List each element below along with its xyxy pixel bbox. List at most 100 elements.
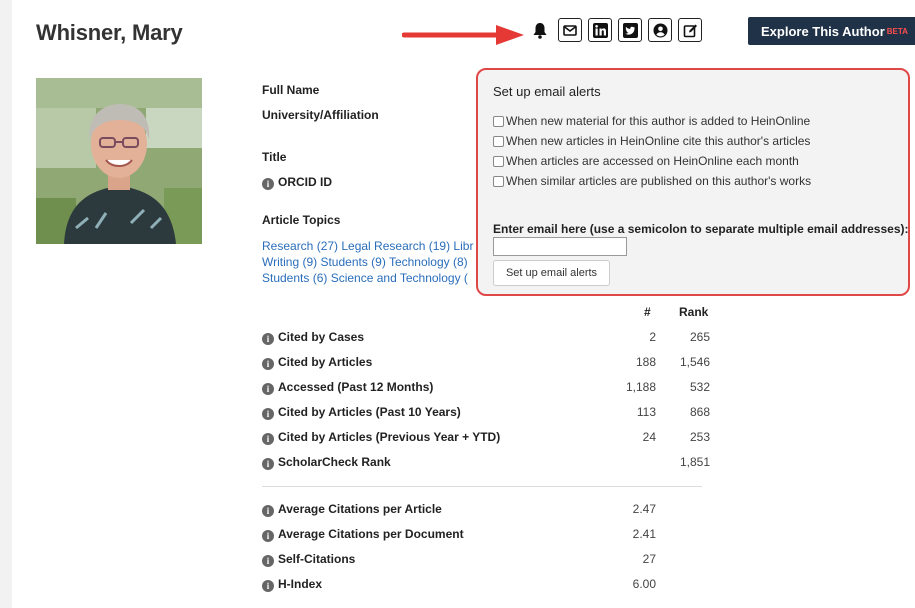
checkbox[interactable] — [493, 175, 504, 187]
edit-icon[interactable] — [678, 18, 702, 42]
email-alerts-popup: Set up email alerts When new material fo… — [476, 68, 910, 296]
bell-icon[interactable] — [528, 18, 552, 42]
option-label: When new articles in HeinOnline cite thi… — [506, 134, 811, 148]
set-up-alerts-button[interactable]: Set up email alerts — [493, 260, 610, 286]
alert-option-similar[interactable]: When similar articles are published on t… — [493, 174, 811, 188]
checkbox[interactable] — [493, 135, 504, 147]
stat-row: i ScholarCheck Rank 1,851 — [262, 455, 722, 475]
stat-name: i Self-Citations — [262, 552, 355, 567]
stat-name: i Average Citations per Document — [262, 527, 464, 542]
affiliation-label: University/Affiliation — [262, 108, 379, 122]
stat-label: Cited by Cases — [278, 330, 365, 344]
stat-count: 6.00 — [632, 577, 656, 591]
stat-row: i Average Citations per Document 2.41 — [262, 527, 722, 547]
explore-author-label: Explore This Author — [761, 23, 885, 39]
stat-label: H-Index — [278, 577, 323, 591]
info-icon[interactable]: i — [262, 505, 274, 517]
email-field[interactable] — [493, 237, 627, 256]
stat-row: i H-Index 6.00 — [262, 577, 722, 597]
stat-rank: 253 — [689, 430, 710, 444]
stat-count: 1,188 — [625, 380, 656, 394]
stat-rank: 868 — [689, 405, 710, 419]
topics-line[interactable]: Students (6) Science and Technology ( — [262, 270, 477, 286]
info-icon[interactable]: i — [262, 408, 274, 420]
stat-name: i Cited by Cases — [262, 330, 364, 345]
stat-count: 24 — [642, 430, 656, 444]
info-icon[interactable]: i — [262, 433, 274, 445]
stat-name: i Cited by Articles (Previous Year + YTD) — [262, 430, 500, 445]
stat-name: i Cited by Articles — [262, 355, 372, 370]
stat-rank: 1,851 — [679, 455, 710, 469]
stat-label: Average Citations per Document — [278, 527, 464, 541]
stat-count: 188 — [635, 355, 656, 369]
stat-label: Average Citations per Article — [278, 502, 442, 516]
info-icon[interactable]: i — [262, 530, 274, 542]
stat-row: i Accessed (Past 12 Months) 1,188 532 — [262, 380, 722, 400]
author-photo — [36, 78, 202, 244]
checkbox[interactable] — [493, 115, 504, 127]
stat-name: i Cited by Articles (Past 10 Years) — [262, 405, 461, 420]
author-profile-page: Whisner, Mary Explore This Author BETA F… — [12, 0, 915, 608]
alert-option-new-citations[interactable]: When new articles in HeinOnline cite thi… — [493, 134, 810, 148]
article-topics: Research (27) Legal Research (19) Libr W… — [262, 238, 477, 286]
full-name-label: Full Name — [262, 83, 320, 97]
email-field-label: Enter email here (use a semicolon to sep… — [493, 222, 909, 236]
info-icon[interactable]: i — [262, 333, 274, 345]
explore-author-button[interactable]: Explore This Author BETA — [748, 17, 915, 45]
title-label: Title — [262, 150, 287, 164]
author-toolbar — [528, 18, 702, 42]
stat-count: 2.41 — [632, 527, 656, 541]
stat-label: Cited by Articles — [278, 355, 373, 369]
info-icon[interactable]: i — [262, 458, 274, 470]
stat-label: Cited by Articles (Previous Year + YTD) — [278, 430, 501, 444]
page-title: Whisner, Mary — [36, 20, 183, 45]
stat-name: i Average Citations per Article — [262, 502, 442, 517]
stat-row: i Average Citations per Article 2.47 — [262, 502, 722, 522]
info-icon[interactable]: i — [262, 555, 274, 567]
annotation-arrow — [402, 25, 524, 45]
rank-column-header: Rank — [679, 305, 709, 319]
stat-label: ScholarCheck Rank — [278, 455, 391, 469]
option-label: When similar articles are published on t… — [506, 174, 812, 188]
twitter-icon[interactable] — [618, 18, 642, 42]
alert-option-new-material[interactable]: When new material for this author is add… — [493, 114, 810, 128]
stat-name: i Accessed (Past 12 Months) — [262, 380, 433, 395]
orcid-label: ORCID ID — [278, 175, 332, 189]
checkbox[interactable] — [493, 155, 504, 167]
stat-label: Cited by Articles (Past 10 Years) — [278, 405, 461, 419]
topics-line[interactable]: Writing (9) Students (9) Technology (8) — [262, 254, 477, 270]
topics-label: Article Topics — [262, 213, 341, 227]
stat-row: i Cited by Articles (Previous Year + YTD)… — [262, 430, 722, 450]
beta-badge: BETA — [886, 26, 908, 36]
stat-rank: 532 — [689, 380, 710, 394]
info-icon[interactable]: i — [262, 358, 274, 370]
orcid-row: i ORCID ID — [262, 175, 332, 190]
stat-row: i Cited by Articles (Past 10 Years) 113 868 — [262, 405, 722, 425]
count-column-header: # — [644, 305, 651, 319]
popup-heading: Set up email alerts — [493, 84, 601, 99]
envelope-icon[interactable] — [558, 18, 582, 42]
info-icon[interactable]: i — [262, 383, 274, 395]
stat-rank: 265 — [689, 330, 710, 344]
alert-option-accessed[interactable]: When articles are accessed on HeinOnline… — [493, 154, 799, 168]
divider — [262, 486, 702, 487]
info-icon[interactable]: i — [262, 178, 274, 190]
stat-label: Accessed (Past 12 Months) — [278, 380, 434, 394]
info-icon[interactable]: i — [262, 580, 274, 592]
stat-label: Self-Citations — [278, 552, 356, 566]
stat-row: i Self-Citations 27 — [262, 552, 722, 572]
stat-count: 27 — [642, 552, 656, 566]
topics-line[interactable]: Research (27) Legal Research (19) Libr — [262, 238, 477, 254]
option-label: When new material for this author is add… — [506, 114, 811, 128]
stat-row: i Cited by Articles 188 1,546 — [262, 355, 722, 375]
stat-count: 2.47 — [632, 502, 656, 516]
stat-name: i H-Index — [262, 577, 322, 592]
stat-rank: 1,546 — [679, 355, 710, 369]
user-circle-icon[interactable] — [648, 18, 672, 42]
option-label: When articles are accessed on HeinOnline… — [506, 154, 799, 168]
stat-count: 2 — [649, 330, 656, 344]
linkedin-icon[interactable] — [588, 18, 612, 42]
stat-row: i Cited by Cases 2 265 — [262, 330, 722, 350]
stat-name: i ScholarCheck Rank — [262, 455, 391, 470]
stat-count: 113 — [636, 405, 656, 419]
